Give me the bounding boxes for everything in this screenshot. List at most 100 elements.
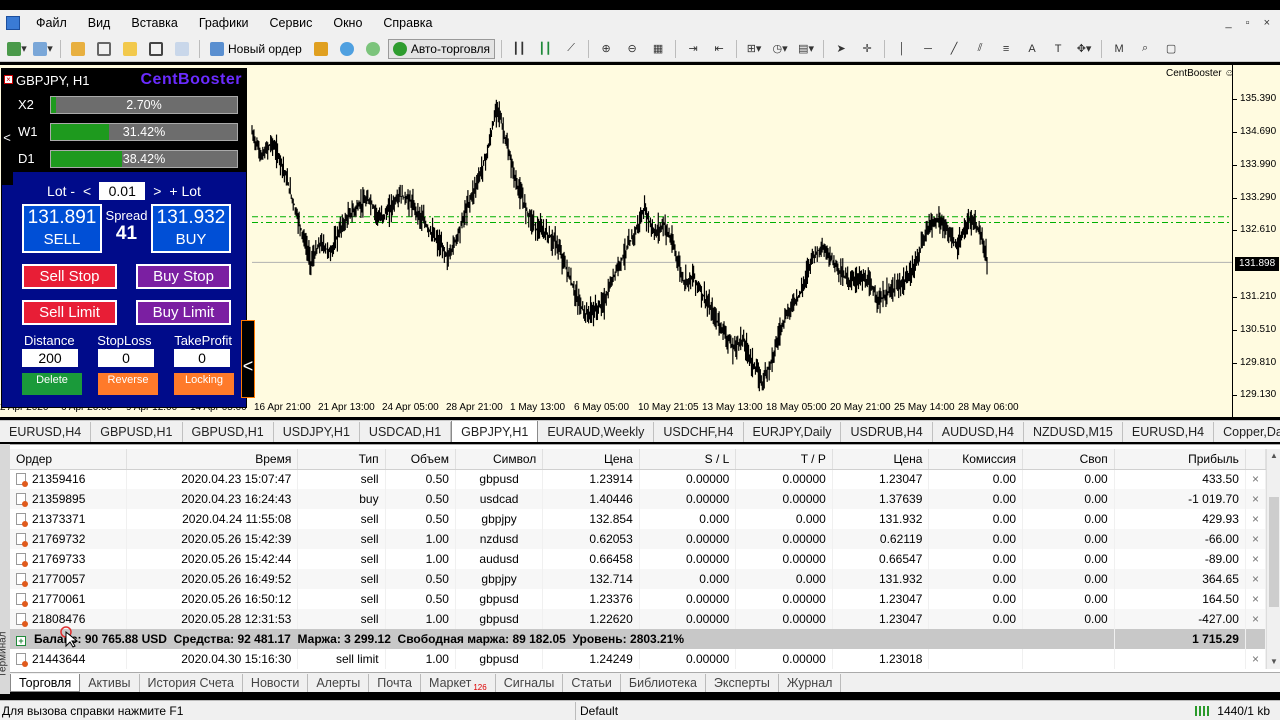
zoom-in-icon[interactable]: ⊕ xyxy=(595,39,617,59)
trendline-icon[interactable]: ╱ xyxy=(943,39,965,59)
col-tp[interactable]: T / P xyxy=(735,449,833,470)
order-row[interactable]: 21373371 2020.04.24 11:55:08 sell 0.50 gbpjp… xyxy=(10,509,1267,529)
col-swap[interactable]: Своп xyxy=(1022,449,1115,470)
chart-tab[interactable]: USDJPY,H1 xyxy=(274,422,360,442)
signals-icon[interactable] xyxy=(336,39,358,59)
close-order-icon[interactable]: × xyxy=(1245,589,1267,609)
chart-shift-icon[interactable]: ⇤ xyxy=(708,39,730,59)
data-window-icon[interactable] xyxy=(93,39,115,59)
chart-tab[interactable]: EURAUD,Weekly xyxy=(538,422,655,442)
col-symbol[interactable]: Символ xyxy=(455,449,544,470)
close-order-icon[interactable]: × xyxy=(1245,529,1267,549)
menu-tools[interactable]: Сервис xyxy=(260,16,324,30)
sell-limit-button[interactable]: Sell Limit xyxy=(22,300,117,325)
col-sl[interactable]: S / L xyxy=(639,449,737,470)
chart-tab[interactable]: EURUSD,H4 xyxy=(0,422,92,442)
candle-chart-icon[interactable]: ┃┃ xyxy=(534,39,556,59)
line-chart-icon[interactable]: ⟋ xyxy=(560,39,582,59)
terminal-tab[interactable]: Торговля xyxy=(10,673,81,692)
chart-tab[interactable]: USDCAD,H1 xyxy=(360,422,452,442)
chart-tab[interactable]: USDRUB,H4 xyxy=(841,422,933,442)
menu-charts[interactable]: Графики xyxy=(189,16,260,30)
fibo-icon[interactable]: ≡ xyxy=(995,39,1017,59)
chart-tab[interactable]: USDCHF,H4 xyxy=(654,422,744,442)
buy-limit-button[interactable]: Buy Limit xyxy=(136,300,231,325)
chart-tab[interactable]: Copper,Daily xyxy=(1214,422,1280,442)
price-axis[interactable]: 135.390 134.690 133.990 133.290 132.610 … xyxy=(1232,65,1280,417)
cursor-icon[interactable]: ➤ xyxy=(830,39,852,59)
col-time[interactable]: Время xyxy=(126,449,299,470)
expand-icon[interactable]: + xyxy=(16,636,26,646)
col-profit[interactable]: Прибыль xyxy=(1114,449,1246,470)
auto-trading-button[interactable]: Авто-торговля xyxy=(387,38,496,59)
buy-button[interactable]: 131.932 BUY xyxy=(150,204,231,253)
col-order[interactable]: Ордер xyxy=(10,449,128,470)
scroll-thumb[interactable] xyxy=(1269,497,1279,607)
profiles-icon[interactable]: ▾ xyxy=(32,39,54,59)
terminal-tab[interactable]: Новости xyxy=(243,673,309,692)
menu-help[interactable]: Справка xyxy=(373,16,443,30)
sell-stop-button[interactable]: Sell Stop xyxy=(22,264,117,289)
chart-tab[interactable]: EURUSD,H4 xyxy=(1123,422,1215,442)
market-watch-icon[interactable] xyxy=(67,39,89,59)
reverse-button[interactable]: Reverse xyxy=(98,373,158,395)
horizontal-line-icon[interactable]: ─ xyxy=(917,39,939,59)
delete-button[interactable]: Delete xyxy=(22,373,82,395)
panel-close-icon[interactable]: × xyxy=(4,75,13,84)
close-order-icon[interactable]: × xyxy=(1245,509,1267,529)
order-row[interactable]: 21359416 2020.04.23 15:07:47 sell 0.50 gbpus… xyxy=(10,469,1267,489)
close-order-icon[interactable]: × xyxy=(1245,549,1267,569)
stoploss-input[interactable]: 0 xyxy=(98,349,154,367)
chart-tab[interactable]: GBPUSD,H1 xyxy=(91,422,183,442)
crosshair-icon[interactable]: ✛ xyxy=(856,39,878,59)
lot-input[interactable]: 0.01 xyxy=(99,182,146,200)
terminal-tab[interactable]: Библиотека xyxy=(621,673,706,692)
terminal-icon[interactable] xyxy=(145,39,167,59)
close-order-icon[interactable]: × xyxy=(1245,649,1267,669)
auto-scroll-icon[interactable]: ⇥ xyxy=(682,39,704,59)
minimize-button[interactable]: _ xyxy=(1226,17,1232,29)
scroll-down-icon[interactable]: ▼ xyxy=(1267,655,1280,669)
terminal-tab[interactable]: Активы xyxy=(80,673,140,692)
vps-icon[interactable] xyxy=(362,39,384,59)
vertical-line-icon[interactable]: │ xyxy=(891,39,913,59)
new-order-button[interactable]: Новый ордер xyxy=(206,39,306,59)
chart-tab[interactable]: GBPUSD,H1 xyxy=(183,422,274,442)
distance-input[interactable]: 200 xyxy=(22,349,78,367)
menu-window[interactable]: Окно xyxy=(323,16,373,30)
takeprofit-input[interactable]: 0 xyxy=(174,349,230,367)
lot-increment-button[interactable]: > xyxy=(153,183,161,199)
chart-tab[interactable]: EURJPY,Daily xyxy=(744,422,842,442)
col-commission[interactable]: Комиссия xyxy=(928,449,1024,470)
panel-collapse-right[interactable]: < xyxy=(241,320,255,398)
search-icon[interactable]: ⌕ xyxy=(1134,39,1156,59)
lot-decrement-button[interactable]: < xyxy=(83,183,91,199)
periods-icon[interactable]: ◷▾ xyxy=(769,39,791,59)
close-order-icon[interactable]: × xyxy=(1245,489,1267,509)
col-volume[interactable]: Объем xyxy=(385,449,456,470)
terminal-tab[interactable]: Статьи xyxy=(563,673,621,692)
navigator-icon[interactable] xyxy=(119,39,141,59)
close-order-icon[interactable]: × xyxy=(1245,569,1267,589)
chart-tab[interactable]: GBPJPY,H1 xyxy=(451,421,539,442)
order-row[interactable]: 21769733 2020.05.26 15:42:44 sell 1.00 audus… xyxy=(10,549,1267,569)
scroll-up-icon[interactable]: ▲ xyxy=(1267,449,1280,463)
sell-button[interactable]: 131.891 SELL xyxy=(22,204,102,253)
terminal-tab[interactable]: Журнал xyxy=(779,673,842,692)
metaeditor-icon[interactable] xyxy=(310,39,332,59)
text-icon[interactable]: A xyxy=(1021,39,1043,59)
order-row[interactable]: 21808476 2020.05.28 12:31:53 sell 1.00 gbpus… xyxy=(10,609,1267,629)
terminal-tab[interactable]: Маркет 126 xyxy=(421,673,496,692)
new-chart-icon[interactable]: ▾ xyxy=(6,39,28,59)
chart-tab[interactable]: NZDUSD,M15 xyxy=(1024,422,1123,442)
close-order-icon[interactable]: × xyxy=(1245,469,1267,489)
buy-stop-button[interactable]: Buy Stop xyxy=(136,264,231,289)
chat-icon[interactable]: ▢ xyxy=(1160,39,1182,59)
lot-minus-button[interactable]: Lot - xyxy=(47,183,75,199)
menu-insert[interactable]: Вставка xyxy=(121,16,188,30)
templates-icon[interactable]: ▤▾ xyxy=(795,39,817,59)
tile-windows-icon[interactable]: ▦ xyxy=(647,39,669,59)
text-label-icon[interactable]: T xyxy=(1047,39,1069,59)
terminal-tab[interactable]: Почта xyxy=(369,673,422,692)
bar-chart-icon[interactable]: ┃┃ xyxy=(508,39,530,59)
